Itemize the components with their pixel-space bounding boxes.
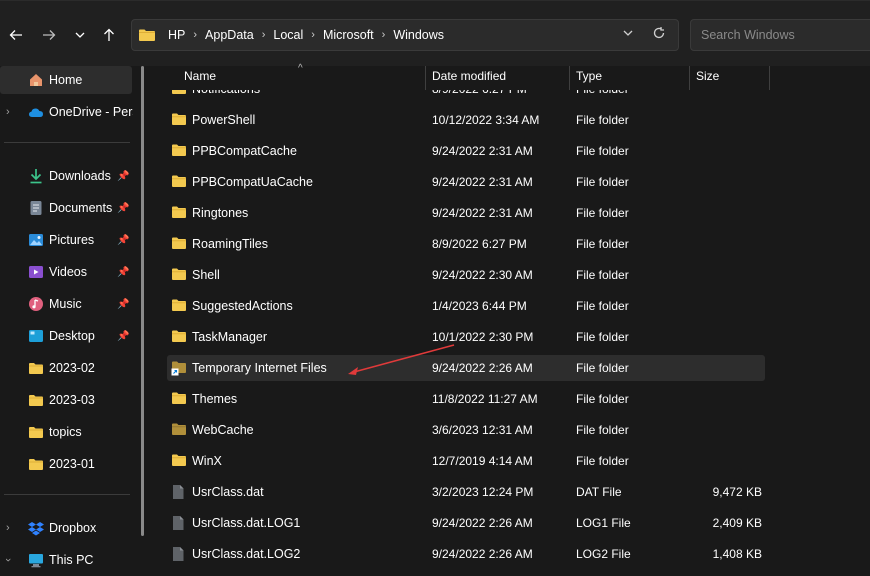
pc-icon (28, 552, 44, 568)
sidebar-item-dropbox[interactable]: › Dropbox (0, 514, 132, 542)
sidebar-item-pictures[interactable]: Pictures 📌 (0, 226, 132, 254)
sidebar-item-topics[interactable]: topics (0, 418, 132, 446)
file-list-pane: ^ Name Date modified Type Size Notificat… (152, 63, 870, 576)
sort-ascending-icon: ^ (298, 63, 303, 74)
top-border (0, 0, 870, 1)
folder-icon (28, 392, 44, 408)
pin-icon[interactable]: 📌 (117, 171, 129, 182)
column-date-modified[interactable]: Date modified (432, 69, 506, 87)
sidebar-divider (4, 494, 130, 495)
chevron-right-icon[interactable]: › (6, 106, 10, 118)
address-bar[interactable]: HP › AppData › Local › Microsoft › Windo… (131, 19, 679, 51)
forward-arrow-icon (43, 30, 56, 40)
music-icon (28, 296, 44, 312)
column-divider[interactable] (569, 66, 570, 90)
file-list: Notifications8/9/2022 6:27 PMFile folder… (152, 90, 870, 576)
sidebar-item-2023-02[interactable]: 2023-02 (0, 354, 132, 382)
sidebar-item-downloads[interactable]: Downloads 📌 (0, 162, 132, 190)
dropbox-icon (28, 520, 44, 536)
pictures-icon (28, 232, 44, 248)
up-arrow-icon (104, 28, 114, 41)
pin-icon[interactable]: 📌 (117, 299, 129, 310)
cloud-icon (28, 104, 44, 120)
download-icon (28, 168, 44, 184)
recent-locations-button[interactable] (69, 24, 91, 46)
folder-icon (28, 456, 44, 472)
navigation-pane: Home › OneDrive - Personal Downloads 📌 D… (0, 66, 152, 576)
pin-icon[interactable]: 📌 (117, 331, 129, 342)
chevron-right-icon[interactable]: › (6, 522, 10, 534)
crumb-microsoft[interactable]: Microsoft (323, 28, 374, 42)
sidebar-item-home[interactable]: Home (0, 66, 132, 94)
sidebar-item-label: This PC (49, 553, 94, 567)
sidebar-item-label: OneDrive - Personal (49, 105, 133, 119)
sidebar-item-2023-01[interactable]: 2023-01 (0, 450, 132, 478)
column-size[interactable]: Size (696, 69, 719, 87)
column-divider[interactable] (689, 66, 690, 90)
address-tools (622, 26, 666, 40)
chevron-right-icon[interactable]: › (311, 29, 315, 41)
sidebar-item-label: 2023-01 (49, 457, 95, 471)
back-arrow-icon (9, 30, 22, 40)
chevron-right-icon[interactable]: › (262, 29, 266, 41)
column-name[interactable]: Name (184, 69, 216, 87)
sidebar-item-2023-03[interactable]: 2023-03 (0, 386, 132, 414)
pin-icon[interactable]: 📌 (117, 235, 129, 246)
folder-icon (28, 360, 44, 376)
pin-icon[interactable]: 📌 (117, 203, 129, 214)
toolbar: HP › AppData › Local › Microsoft › Windo… (0, 0, 870, 66)
column-divider[interactable] (425, 66, 426, 90)
desktop-icon (28, 328, 44, 344)
sidebar-item-videos[interactable]: Videos 📌 (0, 258, 132, 286)
sidebar-item-music[interactable]: Music 📌 (0, 290, 132, 318)
sidebar-item-label: Dropbox (49, 521, 97, 535)
column-header: ^ Name Date modified Type Size (152, 63, 870, 90)
chevron-right-icon[interactable]: › (382, 29, 386, 41)
sidebar-item-label: Home (49, 73, 83, 87)
document-icon (28, 200, 44, 216)
sidebar-scrollbar[interactable] (141, 66, 144, 536)
chevron-right-icon[interactable]: › (193, 29, 197, 41)
sidebar-item-this-pc[interactable]: › This PC (0, 546, 132, 574)
sidebar-item-documents[interactable]: Documents 📌 (0, 194, 132, 222)
chevron-down-icon[interactable]: › (2, 558, 14, 562)
address-dropdown-icon[interactable] (622, 27, 634, 39)
crumb-windows[interactable]: Windows (393, 28, 444, 42)
search-input[interactable] (699, 27, 870, 43)
sidebar-item-label: 2023-03 (49, 393, 95, 407)
column-divider[interactable] (769, 66, 770, 90)
breadcrumb: HP › AppData › Local › Microsoft › Windo… (138, 28, 444, 42)
video-icon (28, 264, 44, 280)
up-button[interactable] (98, 24, 120, 46)
column-type[interactable]: Type (576, 69, 602, 87)
home-icon (28, 72, 44, 88)
crumb-appdata[interactable]: AppData (205, 28, 254, 42)
sidebar-divider (4, 142, 130, 143)
sidebar-item-label: topics (49, 425, 82, 439)
crumb-hp[interactable]: HP (168, 28, 185, 42)
sidebar-item-label: 2023-02 (49, 361, 95, 375)
annotation-arrow (348, 344, 455, 375)
sidebar-item-desktop[interactable]: Desktop 📌 (0, 322, 132, 350)
sidebar-item-onedrive[interactable]: › OneDrive - Personal (0, 98, 133, 126)
search-box[interactable] (690, 19, 870, 51)
crumb-local[interactable]: Local (273, 28, 303, 42)
folder-icon (28, 424, 44, 440)
pin-icon[interactable]: 📌 (117, 267, 129, 278)
chevron-down-icon (75, 32, 85, 38)
back-button[interactable] (5, 24, 27, 46)
refresh-icon[interactable] (652, 26, 666, 40)
folder-icon (139, 29, 155, 41)
forward-button[interactable] (38, 24, 60, 46)
